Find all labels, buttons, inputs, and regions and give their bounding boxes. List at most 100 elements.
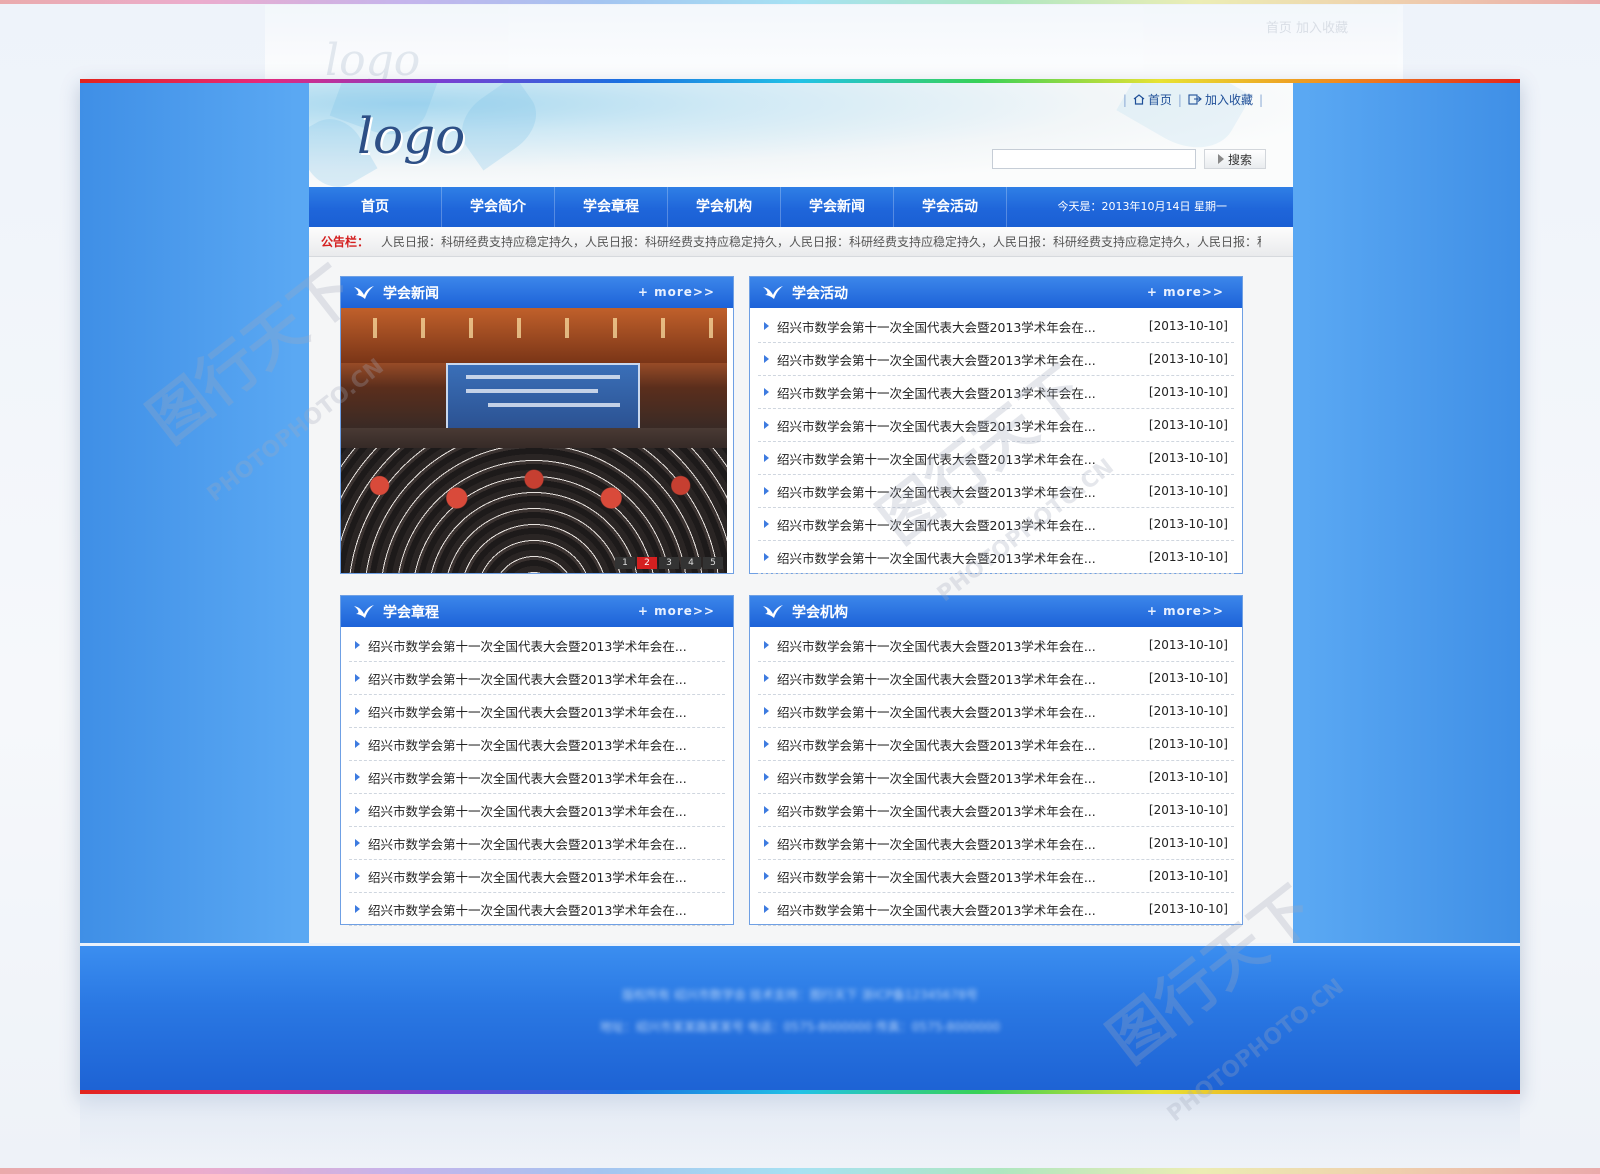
list-item[interactable]: 绍兴市数学会第十一次全国代表大会暨2013学术年会在... xyxy=(349,629,725,662)
list-item[interactable]: 绍兴市数学会第十一次全国代表大会暨2013学术年会在... [2013-10-10… xyxy=(758,860,1234,893)
list-item[interactable]: 绍兴市数学会第十一次全国代表大会暨2013学术年会在... [2013-10-10… xyxy=(758,761,1234,794)
item-title: 绍兴市数学会第十一次全国代表大会暨2013学术年会在... xyxy=(777,671,1096,687)
nav-item-organization[interactable]: 学会机构 xyxy=(668,187,781,227)
panel-header: 学会活动 + more>> xyxy=(750,277,1242,308)
item-title: 绍兴市数学会第十一次全国代表大会暨2013学术年会在... xyxy=(777,638,1096,654)
list-item[interactable]: 绍兴市数学会第十一次全国代表大会暨2013学术年会在... [2013-10-10… xyxy=(758,442,1234,475)
activities-panel: 学会活动 + more>> 绍兴市数学会第十一次全国代表大会暨2013学术年会在… xyxy=(749,276,1243,574)
list-item[interactable]: 绍兴市数学会第十一次全国代表大会暨2013学术年会在... xyxy=(349,893,725,926)
item-title: 绍兴市数学会第十一次全国代表大会暨2013学术年会在... xyxy=(368,638,687,654)
nav-item-activities[interactable]: 学会活动 xyxy=(894,187,1007,227)
item-title: 绍兴市数学会第十一次全国代表大会暨2013学术年会在... xyxy=(777,704,1096,720)
slide-page-4[interactable]: 4 xyxy=(681,557,701,569)
background-ghost-header: logo 首页 加入收藏 xyxy=(265,5,1403,86)
list-item[interactable]: 绍兴市数学会第十一次全国代表大会暨2013学术年会在... [2013-10-10… xyxy=(758,475,1234,508)
more-link[interactable]: + more>> xyxy=(638,596,715,627)
photo-screen-line xyxy=(488,403,620,407)
site-footer: 版权所有 绍兴市数学会 技术支持：图行天下 浙ICP备12345678号 地址：… xyxy=(80,943,1520,1093)
home-link[interactable]: 首页 xyxy=(1133,91,1172,108)
nav-item-news[interactable]: 学会新闻 xyxy=(781,187,894,227)
list-item[interactable]: 绍兴市数学会第十一次全国代表大会暨2013学术年会在... [2013-10-10… xyxy=(758,376,1234,409)
list-item[interactable]: 绍兴市数学会第十一次全国代表大会暨2013学术年会在... [2013-10-10… xyxy=(758,629,1234,662)
bullet-arrow-icon xyxy=(764,388,769,396)
search-input[interactable] xyxy=(992,149,1196,169)
list-item[interactable]: 绍兴市数学会第十一次全国代表大会暨2013学术年会在... xyxy=(349,695,725,728)
search-button[interactable]: 搜索 xyxy=(1204,149,1266,169)
list-item[interactable]: 绍兴市数学会第十一次全国代表大会暨2013学术年会在... [2013-10-10… xyxy=(758,508,1234,541)
bullet-arrow-icon xyxy=(764,773,769,781)
list-item[interactable]: 绍兴市数学会第十一次全国代表大会暨2013学术年会在... [2013-10-10… xyxy=(758,794,1234,827)
bookmark-icon xyxy=(1188,94,1202,105)
slide-page-5[interactable]: 5 xyxy=(703,557,723,569)
item-date: [2013-10-10] xyxy=(1148,770,1228,784)
nav-item-about[interactable]: 学会简介 xyxy=(442,187,555,227)
bullet-arrow-icon xyxy=(764,905,769,913)
more-link[interactable]: + more>> xyxy=(638,277,715,308)
list-item[interactable]: 绍兴市数学会第十一次全国代表大会暨2013学术年会在... xyxy=(349,728,725,761)
list-item[interactable]: 绍兴市数学会第十一次全国代表大会暨2013学术年会在... [2013-10-10… xyxy=(758,827,1234,860)
panel-title: 学会机构 xyxy=(792,604,848,621)
list-item[interactable]: 绍兴市数学会第十一次全国代表大会暨2013学术年会在... [2013-10-10… xyxy=(758,409,1234,442)
item-title: 绍兴市数学会第十一次全国代表大会暨2013学术年会在... xyxy=(777,869,1096,885)
item-date: [2013-10-10] xyxy=(1148,704,1228,718)
photo-stage-screen xyxy=(446,363,640,437)
bullet-arrow-icon xyxy=(764,806,769,814)
nav-item-home[interactable]: 首页 xyxy=(309,187,442,227)
item-title: 绍兴市数学会第十一次全国代表大会暨2013学术年会在... xyxy=(777,352,1096,368)
slide-page-2[interactable]: 2 xyxy=(637,557,657,569)
bullet-arrow-icon xyxy=(764,520,769,528)
item-date: [2013-10-10] xyxy=(1148,418,1228,432)
separator: | xyxy=(1177,92,1182,107)
list-item[interactable]: 绍兴市数学会第十一次全国代表大会暨2013学术年会在... [2013-10-10… xyxy=(758,343,1234,376)
item-title: 绍兴市数学会第十一次全国代表大会暨2013学术年会在... xyxy=(368,704,687,720)
list-item[interactable]: 绍兴市数学会第十一次全国代表大会暨2013学术年会在... xyxy=(349,827,725,860)
photo-screen-line xyxy=(466,389,598,393)
bird-icon xyxy=(763,285,783,299)
item-title: 绍兴市数学会第十一次全国代表大会暨2013学术年会在... xyxy=(368,902,687,918)
add-favorite-label: 加入收藏 xyxy=(1204,93,1253,107)
item-title: 绍兴市数学会第十一次全国代表大会暨2013学术年会在... xyxy=(368,737,687,753)
panel-title: 学会活动 xyxy=(792,285,848,302)
list-item[interactable]: 绍兴市数学会第十一次全国代表大会暨2013学术年会在... xyxy=(349,662,725,695)
notice-marquee-text[interactable]: 人民日报：科研经费支持应稳定持久，人民日报：科研经费支持应稳定持久，人民日报：科… xyxy=(381,233,1261,250)
bullet-arrow-icon xyxy=(764,487,769,495)
item-title: 绍兴市数学会第十一次全国代表大会暨2013学术年会在... xyxy=(777,451,1096,467)
item-title: 绍兴市数学会第十一次全国代表大会暨2013学术年会在... xyxy=(777,550,1096,566)
item-title: 绍兴市数学会第十一次全国代表大会暨2013学术年会在... xyxy=(777,902,1096,918)
item-date: [2013-10-10] xyxy=(1148,869,1228,883)
item-title: 绍兴市数学会第十一次全国代表大会暨2013学术年会在... xyxy=(777,770,1096,786)
slide-page-1[interactable]: 1 xyxy=(615,557,635,569)
list-item[interactable]: 绍兴市数学会第十一次全国代表大会暨2013学术年会在... [2013-10-10… xyxy=(758,695,1234,728)
bullet-arrow-icon xyxy=(764,454,769,462)
list-item[interactable]: 绍兴市数学会第十一次全国代表大会暨2013学术年会在... xyxy=(349,761,725,794)
search-bar: 搜索 xyxy=(992,149,1266,169)
bullet-arrow-icon xyxy=(764,872,769,880)
news-panel: 学会新闻 + more>> 1 2 3 4 5 xyxy=(340,276,734,574)
item-title: 绍兴市数学会第十一次全国代表大会暨2013学术年会在... xyxy=(777,737,1096,753)
list-item[interactable]: 绍兴市数学会第十一次全国代表大会暨2013学术年会在... [2013-10-10… xyxy=(758,728,1234,761)
more-link[interactable]: + more>> xyxy=(1147,596,1224,627)
site-header: logo | 首页 | 加入收藏 | 搜索 xyxy=(309,83,1293,187)
bullet-arrow-icon xyxy=(355,707,360,715)
more-link[interactable]: + more>> xyxy=(1147,277,1224,308)
add-favorite-link[interactable]: 加入收藏 xyxy=(1188,91,1253,108)
photo-ceiling-lights xyxy=(341,318,727,338)
bullet-arrow-icon xyxy=(764,421,769,429)
nav-item-charter[interactable]: 学会章程 xyxy=(555,187,668,227)
list-item[interactable]: 绍兴市数学会第十一次全国代表大会暨2013学术年会在... xyxy=(349,794,725,827)
list-item[interactable]: 绍兴市数学会第十一次全国代表大会暨2013学术年会在... [2013-10-10… xyxy=(758,310,1234,343)
separator: | xyxy=(1122,92,1127,107)
home-icon xyxy=(1133,94,1145,105)
item-date: [2013-10-10] xyxy=(1148,803,1228,817)
list-item[interactable]: 绍兴市数学会第十一次全国代表大会暨2013学术年会在... [2013-10-10… xyxy=(758,541,1234,574)
news-slideshow-photo[interactable]: 1 2 3 4 5 xyxy=(341,308,727,573)
list-item[interactable]: 绍兴市数学会第十一次全国代表大会暨2013学术年会在... [2013-10-10… xyxy=(758,893,1234,926)
list-item[interactable]: 绍兴市数学会第十一次全国代表大会暨2013学术年会在... [2013-10-10… xyxy=(758,662,1234,695)
bullet-arrow-icon xyxy=(764,355,769,363)
site-frame: logo | 首页 | 加入收藏 | 搜索 首页 学会简介 学会章程 学会机构 … xyxy=(80,79,1520,1094)
panel-title: 学会新闻 xyxy=(383,285,439,302)
frame-reflection xyxy=(80,1094,1520,1164)
site-logo[interactable]: logo xyxy=(357,107,465,165)
list-item[interactable]: 绍兴市数学会第十一次全国代表大会暨2013学术年会在... xyxy=(349,860,725,893)
slide-page-3[interactable]: 3 xyxy=(659,557,679,569)
